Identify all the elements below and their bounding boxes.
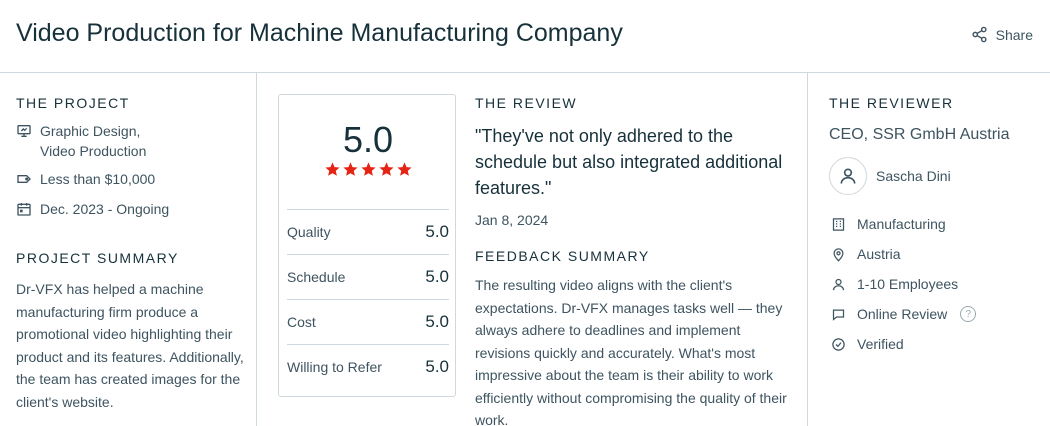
review-type-text: Online Review [857, 306, 948, 322]
star-icon [342, 162, 358, 176]
rating-row-willing-to-refer: Willing to Refer 5.0 [287, 344, 449, 389]
reviewer-industry: Manufacturing [831, 216, 946, 232]
rating-score: 5.0 [425, 267, 449, 286]
rating-score: 5.0 [425, 312, 449, 331]
user-icon [840, 168, 856, 184]
review-column: 5.0 Quality 5.0 Schedule 5.0 Cost 5.0 Wi… [258, 73, 808, 426]
reviewer-column: THE REVIEWER CEO, SSR GmbH Austria Sasch… [809, 73, 1050, 426]
feedback-summary-title: FEEDBACK SUMMARY [475, 248, 650, 264]
building-icon [832, 217, 845, 231]
project-section-title: THE PROJECT [16, 95, 130, 111]
rating-label: Schedule [287, 269, 346, 285]
rating-row-schedule: Schedule 5.0 [287, 254, 449, 299]
monitor-icon [17, 124, 31, 137]
services-line-1: Graphic Design, [40, 123, 141, 139]
avatar [829, 157, 867, 195]
services-line-2: Video Production [40, 143, 147, 159]
star-icon [324, 162, 340, 176]
review-section-title: THE REVIEW [475, 95, 578, 111]
reviewer-name: Sascha Dini [876, 168, 951, 184]
reviewer-section-title: THE REVIEWER [829, 95, 954, 111]
project-summary-title: PROJECT SUMMARY [16, 250, 179, 266]
verified-text: Verified [857, 336, 904, 352]
star-rating [279, 161, 457, 178]
check-circle-icon [832, 337, 845, 351]
rating-card: 5.0 Quality 5.0 Schedule 5.0 Cost 5.0 Wi… [278, 94, 456, 397]
reviewer-location: Austria [831, 246, 901, 262]
overall-rating: 5.0 [342, 119, 394, 160]
share-button[interactable]: Share [971, 26, 1033, 43]
person-icon [832, 278, 845, 290]
calendar-icon [17, 203, 31, 216]
budget-text: Less than $10,000 [40, 171, 156, 187]
rating-row-quality: Quality 5.0 [287, 209, 449, 254]
project-column: THE PROJECT Graphic Design, Video Produc… [0, 73, 257, 426]
reviewer-role: CEO, SSR GmbH Austria [829, 126, 1010, 143]
project-summary-text: Dr-VFX has helped a machine manufacturin… [16, 281, 244, 410]
star-icon [360, 162, 376, 176]
page-title: Video Production for Machine Manufacturi… [16, 19, 623, 47]
review-date: Jan 8, 2024 [475, 212, 549, 228]
share-label: Share [995, 26, 1033, 43]
star-icon [378, 162, 394, 176]
employees-text: 1-10 Employees [857, 276, 959, 292]
project-dates: Dec. 2023 - Ongoing [16, 199, 169, 219]
star-icon [396, 162, 412, 176]
feedback-summary-text: The resulting video aligns with the clie… [475, 277, 787, 426]
review-quote: "They've not only adhered to the schedul… [475, 126, 783, 198]
dates-text: Dec. 2023 - Ongoing [40, 201, 170, 217]
project-services: Graphic Design, Video Production [16, 121, 146, 161]
page-header: Video Production for Machine Manufacturi… [0, 0, 1050, 73]
project-budget: Less than $10,000 [16, 169, 155, 189]
share-icon [972, 26, 987, 43]
reviewer-review-type: Online Review ? [831, 306, 977, 322]
rating-label: Willing to Refer [287, 359, 382, 375]
price-tag-icon [17, 175, 31, 183]
rating-score: 5.0 [425, 222, 449, 241]
rating-score: 5.0 [425, 357, 449, 376]
reviewer-verified: Verified [831, 336, 904, 352]
rating-label: Quality [287, 224, 331, 240]
location-text: Austria [857, 246, 901, 262]
rating-row-cost: Cost 5.0 [287, 299, 449, 344]
industry-text: Manufacturing [857, 216, 946, 232]
reviewer-employees: 1-10 Employees [831, 276, 958, 292]
chat-bubble-icon [832, 309, 845, 321]
location-pin-icon [833, 247, 844, 262]
question-mark-icon[interactable]: ? [960, 306, 977, 322]
rating-label: Cost [287, 314, 316, 330]
